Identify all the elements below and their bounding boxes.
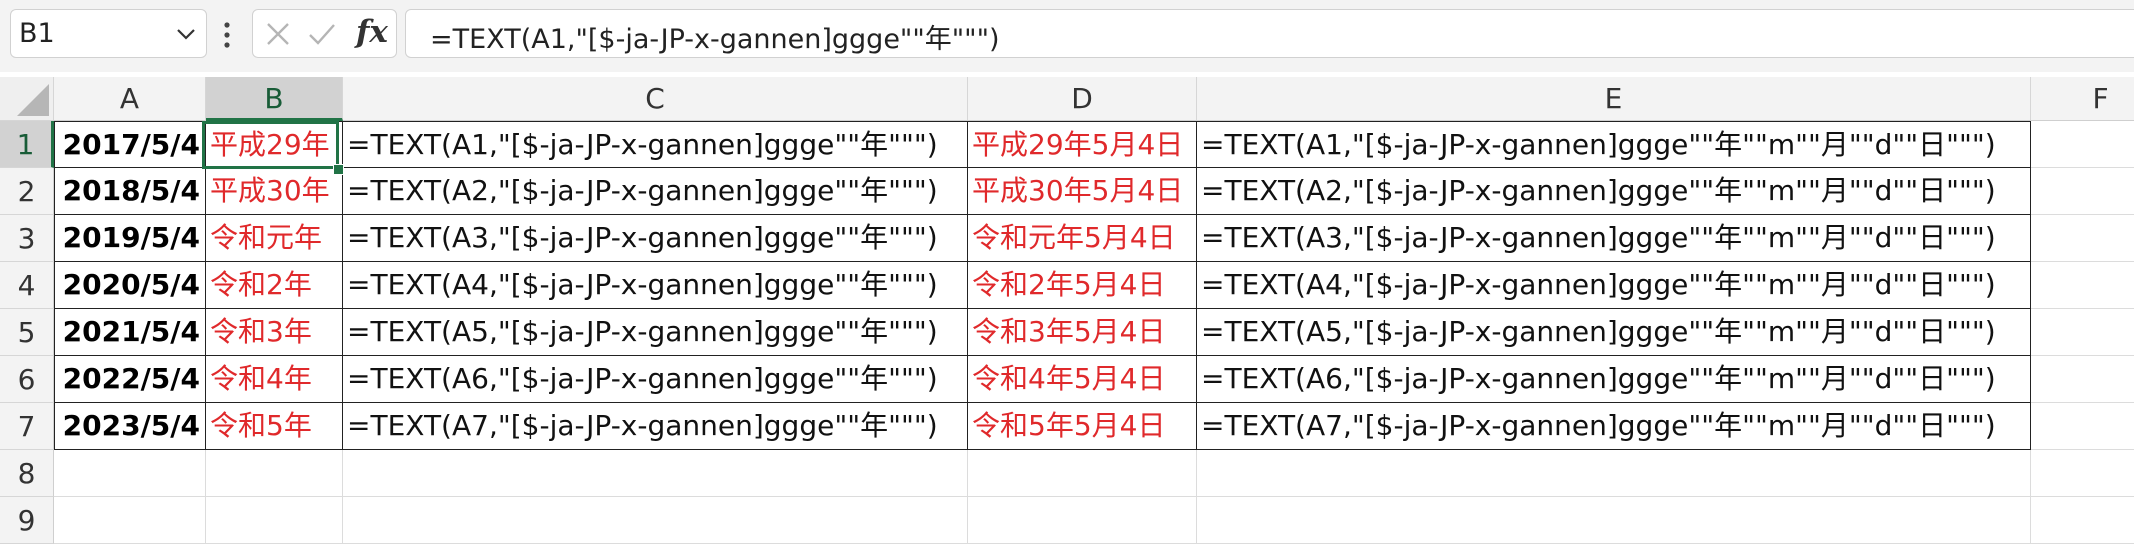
cell-a5[interactable]: 2021/5/4 bbox=[54, 309, 206, 356]
gridline bbox=[54, 496, 2134, 497]
formula-bar-area: B1 fx =TEXT(A1,"[$-ja-JP-x-gannen]ggge""… bbox=[0, 0, 2134, 72]
cell-a6[interactable]: 2022/5/4 bbox=[54, 356, 206, 403]
row-header-2[interactable]: 2 bbox=[0, 168, 54, 215]
cell-d6[interactable]: 令和4年5月4日 bbox=[968, 356, 1197, 403]
cell-b1[interactable]: 平成29年 bbox=[206, 121, 343, 168]
more-options-icon[interactable] bbox=[222, 20, 232, 50]
cell-e6[interactable]: =TEXT(A6,"[$-ja-JP-x-gannen]ggge""年""m""… bbox=[1197, 356, 2031, 403]
row-header-9[interactable]: 9 bbox=[0, 497, 54, 544]
cell-b6[interactable]: 令和4年 bbox=[206, 356, 343, 403]
cell-d4[interactable]: 令和2年5月4日 bbox=[968, 262, 1197, 309]
cell-a3[interactable]: 2019/5/4 bbox=[54, 215, 206, 262]
formula-input[interactable]: =TEXT(A1,"[$-ja-JP-x-gannen]ggge""年""") bbox=[405, 9, 2134, 58]
row-header-7[interactable]: 7 bbox=[0, 403, 54, 450]
cell-c3[interactable]: =TEXT(A3,"[$-ja-JP-x-gannen]ggge""年""") bbox=[343, 215, 968, 262]
fill-handle[interactable] bbox=[333, 164, 344, 175]
cell-e7[interactable]: =TEXT(A7,"[$-ja-JP-x-gannen]ggge""年""m""… bbox=[1197, 403, 2031, 450]
cell-a7[interactable]: 2023/5/4 bbox=[54, 403, 206, 450]
row-header-5[interactable]: 5 bbox=[0, 309, 54, 356]
row-header-1[interactable]: 1 bbox=[0, 121, 54, 168]
formula-text[interactable]: =TEXT(A1,"[$-ja-JP-x-gannen]ggge""年""") bbox=[430, 17, 1000, 56]
column-header-e[interactable]: E bbox=[1197, 77, 2031, 121]
column-header-f[interactable]: F bbox=[2031, 77, 2134, 121]
cell-c2[interactable]: =TEXT(A2,"[$-ja-JP-x-gannen]ggge""年""") bbox=[343, 168, 968, 215]
name-box-value[interactable]: B1 bbox=[19, 18, 55, 49]
formula-buttons: fx bbox=[252, 9, 397, 58]
cell-e4[interactable]: =TEXT(A4,"[$-ja-JP-x-gannen]ggge""年""m""… bbox=[1197, 262, 2031, 309]
insert-function-icon[interactable]: fx bbox=[356, 14, 388, 50]
row-header-8[interactable]: 8 bbox=[0, 450, 54, 497]
cell-a1[interactable]: 2017/5/4 bbox=[54, 121, 206, 168]
cell-e3[interactable]: =TEXT(A3,"[$-ja-JP-x-gannen]ggge""年""m""… bbox=[1197, 215, 2031, 262]
cancel-icon[interactable] bbox=[263, 19, 293, 49]
column-header-d[interactable]: D bbox=[968, 77, 1197, 121]
row-header-6[interactable]: 6 bbox=[0, 356, 54, 403]
cell-b4[interactable]: 令和2年 bbox=[206, 262, 343, 309]
cell-a4[interactable]: 2020/5/4 bbox=[54, 262, 206, 309]
column-header-a[interactable]: A bbox=[54, 77, 206, 121]
select-all-button[interactable] bbox=[0, 77, 54, 121]
chevron-down-icon[interactable] bbox=[175, 23, 197, 45]
cell-c5[interactable]: =TEXT(A5,"[$-ja-JP-x-gannen]ggge""年""") bbox=[343, 309, 968, 356]
cell-c1[interactable]: =TEXT(A1,"[$-ja-JP-x-gannen]ggge""年""") bbox=[343, 121, 968, 168]
cell-e1[interactable]: =TEXT(A1,"[$-ja-JP-x-gannen]ggge""年""m""… bbox=[1197, 121, 2031, 168]
cell-c7[interactable]: =TEXT(A7,"[$-ja-JP-x-gannen]ggge""年""") bbox=[343, 403, 968, 450]
cell-c4[interactable]: =TEXT(A4,"[$-ja-JP-x-gannen]ggge""年""") bbox=[343, 262, 968, 309]
cell-d3[interactable]: 令和元年5月4日 bbox=[968, 215, 1197, 262]
enter-check-icon[interactable] bbox=[307, 19, 337, 49]
row-header-4[interactable]: 4 bbox=[0, 262, 54, 309]
name-box[interactable]: B1 bbox=[10, 9, 207, 58]
cell-e2[interactable]: =TEXT(A2,"[$-ja-JP-x-gannen]ggge""年""m""… bbox=[1197, 168, 2031, 215]
cell-d5[interactable]: 令和3年5月4日 bbox=[968, 309, 1197, 356]
cell-e5[interactable]: =TEXT(A5,"[$-ja-JP-x-gannen]ggge""年""m""… bbox=[1197, 309, 2031, 356]
cell-d2[interactable]: 平成30年5月4日 bbox=[968, 168, 1197, 215]
cell-b5[interactable]: 令和3年 bbox=[206, 309, 343, 356]
row-header-3[interactable]: 3 bbox=[0, 215, 54, 262]
column-header-b[interactable]: B bbox=[206, 77, 343, 121]
cell-b2[interactable]: 平成30年 bbox=[206, 168, 343, 215]
cell-c6[interactable]: =TEXT(A6,"[$-ja-JP-x-gannen]ggge""年""") bbox=[343, 356, 968, 403]
cell-d1[interactable]: 平成29年5月4日 bbox=[968, 121, 1197, 168]
cell-d7[interactable]: 令和5年5月4日 bbox=[968, 403, 1197, 450]
cell-a2[interactable]: 2018/5/4 bbox=[54, 168, 206, 215]
cell-b7[interactable]: 令和5年 bbox=[206, 403, 343, 450]
column-header-c[interactable]: C bbox=[343, 77, 968, 121]
cell-b3[interactable]: 令和元年 bbox=[206, 215, 343, 262]
